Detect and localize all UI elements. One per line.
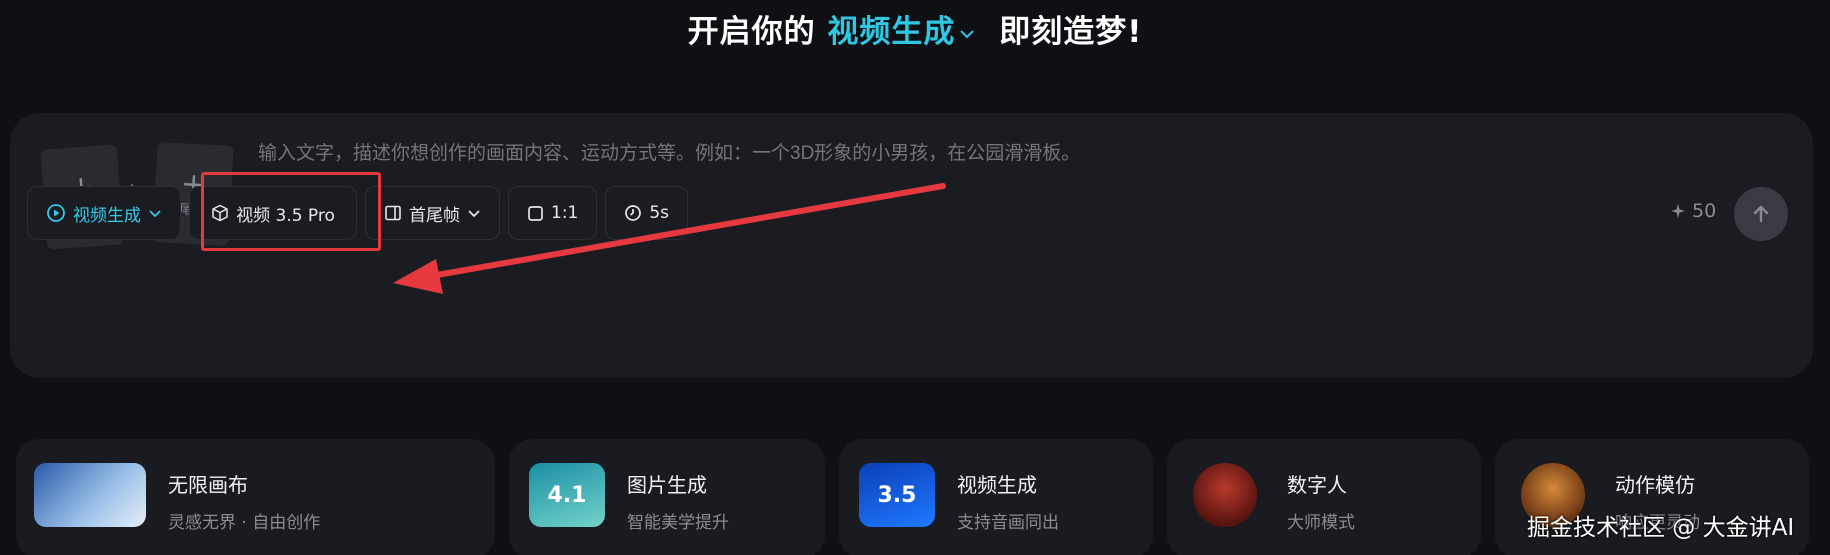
feature-name: 无限画布 [168, 473, 248, 497]
feature-card-digital-human[interactable]: 数字人 大师模式 [1167, 439, 1481, 555]
mode-switcher-label: 视频生成 [827, 14, 956, 50]
prompt-composer: + 首帧 ⇆ + 尾帧 [10, 113, 1813, 378]
mode-dropdown[interactable]: 视频生成 [27, 186, 181, 240]
credit-count: 50 [1692, 200, 1717, 222]
cube-icon [212, 204, 228, 222]
pegasus-image-icon [34, 463, 146, 527]
video-play-icon [47, 204, 65, 222]
feature-desc: 智能美学提升 [627, 513, 729, 533]
image-gen-badge: 4.1 [547, 482, 587, 508]
generation-toolbar: 视频生成 视频 3.5 Pro 首尾帧 1:1 5s [27, 186, 689, 240]
model-selector-label: 视频 3.5 Pro [236, 205, 335, 226]
headline-suffix: 即刻造梦! [999, 14, 1143, 50]
aspect-ratio-button[interactable]: 1:1 [508, 186, 598, 240]
feature-name: 动作模仿 [1615, 473, 1695, 497]
headline-prefix: 开启你的 [687, 14, 816, 50]
feature-name: 数字人 [1287, 473, 1347, 497]
image-gen-icon: 4.1 [529, 463, 605, 527]
duration-button[interactable]: 5s [605, 186, 689, 240]
duration-label: 5s [649, 203, 670, 223]
feature-card-video-gen[interactable]: 3.5 视频生成 支持音画同出 [839, 439, 1153, 555]
feature-desc: 灵感无界 · 自由创作 [168, 513, 321, 533]
watermark-text: 掘金技术社区 @ 大金讲AI [1527, 515, 1795, 541]
page-headline: 开启你的 视频生成 即刻造梦! [0, 6, 1830, 51]
arrow-up-icon [1753, 205, 1769, 223]
frame-layout-icon [385, 205, 401, 221]
feature-desc: 大师模式 [1287, 513, 1355, 533]
feature-desc: 支持音画同出 [957, 513, 1059, 533]
frames-dropdown-label: 首尾帧 [409, 205, 460, 226]
frames-dropdown[interactable]: 首尾帧 [365, 186, 500, 240]
feature-card-image-gen[interactable]: 4.1 图片生成 智能美学提升 [509, 439, 825, 555]
feature-name: 视频生成 [957, 473, 1037, 497]
feature-card-infinite-canvas[interactable]: 无限画布 灵感无界 · 自由创作 [16, 439, 495, 555]
mode-switcher[interactable]: 视频生成 [827, 14, 999, 50]
video-gen-badge: 3.5 [877, 482, 917, 508]
chevron-down-icon [960, 29, 975, 38]
sparkle-icon [1671, 204, 1685, 218]
feature-name: 图片生成 [627, 473, 707, 497]
video-gen-icon: 3.5 [859, 463, 935, 527]
aspect-ratio-label: 1:1 [551, 203, 579, 223]
chevron-down-icon [468, 210, 480, 218]
clock-icon [625, 205, 642, 221]
credit-counter: 50 [1670, 200, 1716, 222]
mode-dropdown-label: 视频生成 [73, 205, 141, 226]
chevron-down-icon [149, 210, 161, 218]
model-selector[interactable]: 视频 3.5 Pro [189, 186, 357, 240]
avatar-icon [1193, 463, 1257, 527]
send-button[interactable] [1734, 187, 1788, 241]
square-icon [528, 205, 543, 221]
prompt-input[interactable] [258, 143, 1458, 165]
